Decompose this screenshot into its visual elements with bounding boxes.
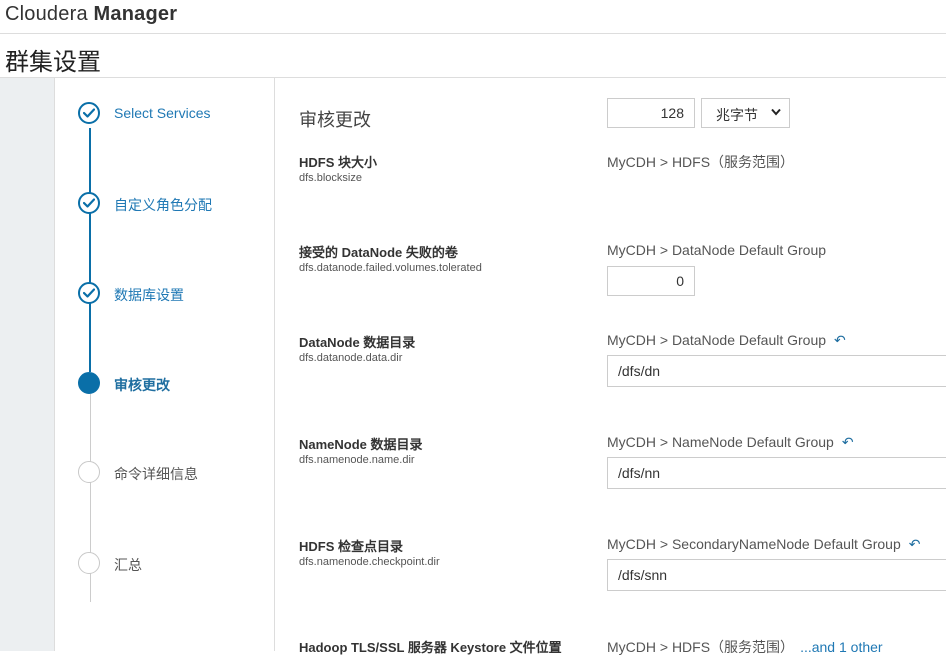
cloudera-manager-logo[interactable]: Cloudera Manager: [5, 3, 177, 26]
check-icon: [78, 192, 100, 214]
wizard-step-summary: 汇总: [55, 549, 274, 579]
step-label: 自定义角色分配: [114, 197, 212, 213]
chevron-down-icon: [771, 108, 781, 116]
setting-key: dfs.blocksize: [299, 172, 362, 184]
pending-step-icon: [78, 552, 100, 574]
blocksize-unit-select[interactable]: 兆字节: [701, 98, 790, 128]
datanode-data-dir-input[interactable]: /dfs/dn: [607, 355, 946, 387]
blocksize-input[interactable]: 128: [607, 98, 695, 128]
setting-scope: MyCDH > NameNode Default Group ↶: [607, 434, 854, 451]
setting-keystore-location: Hadoop TLS/SSL 服务器 Keystore 文件位置 MyCDH >…: [275, 637, 946, 657]
current-step-icon: [78, 372, 100, 394]
setting-scope: MyCDH > HDFS（服务范围） ...and 1 other: [607, 639, 883, 655]
failed-volumes-input[interactable]: 0: [607, 266, 695, 296]
checkpoint-dir-input[interactable]: /dfs/snn: [607, 559, 946, 591]
setting-checkpoint-dir: HDFS 检查点目录 dfs.namenode.checkpoint.dir M…: [275, 536, 946, 596]
setting-name: DataNode 数据目录: [299, 335, 416, 350]
step-label: Select Services: [114, 105, 211, 121]
setting-name: NameNode 数据目录: [299, 437, 423, 452]
left-gutter: [0, 78, 55, 651]
progress-line: [89, 128, 91, 372]
step-label: 审核更改: [114, 377, 170, 393]
wizard-steps: Select Services 自定义角色分配 数据库设置 审核更改 命令详细信…: [55, 78, 275, 651]
review-panel: 审核更改 HDFS 块大小 dfs.blocksize MyCDH > HDFS…: [275, 78, 946, 655]
wizard-step-command-details: 命令详细信息: [55, 458, 274, 488]
setting-key: dfs.datanode.failed.volumes.tolerated: [299, 262, 482, 274]
section-title: 审核更改: [299, 110, 371, 130]
check-icon: [78, 282, 100, 304]
setting-name: Hadoop TLS/SSL 服务器 Keystore 文件位置: [299, 640, 562, 655]
setting-hdfs-blocksize: HDFS 块大小 dfs.blocksize MyCDH > HDFS（服务范围…: [275, 98, 946, 212]
top-bar: Cloudera Manager: [0, 0, 946, 34]
namenode-name-dir-input[interactable]: /dfs/nn: [607, 457, 946, 489]
setting-name: HDFS 检查点目录: [299, 539, 404, 554]
setting-scope: MyCDH > SecondaryNameNode Default Group ↶: [607, 536, 921, 553]
wizard-step-database-setup[interactable]: 数据库设置: [55, 279, 274, 309]
setting-scope: MyCDH > HDFS（服务范围）: [607, 154, 795, 170]
pending-step-icon: [78, 461, 100, 483]
setting-namenode-name-dir: NameNode 数据目录 dfs.namenode.name.dir MyCD…: [275, 434, 946, 494]
setting-failed-volumes: 接受的 DataNode 失败的卷 dfs.datanode.failed.vo…: [275, 242, 946, 302]
title-bar: 群集设置: [0, 34, 946, 78]
page-title: 群集设置: [5, 49, 101, 76]
setting-name: HDFS 块大小: [299, 155, 378, 170]
step-label: 数据库设置: [114, 287, 184, 303]
undo-arrow-icon[interactable]: ↶: [909, 536, 921, 553]
setting-key: dfs.datanode.data.dir: [299, 352, 403, 364]
wizard-step-review-changes: 审核更改: [55, 369, 274, 399]
setting-key: dfs.namenode.name.dir: [299, 454, 415, 466]
step-label: 命令详细信息: [114, 466, 198, 482]
undo-arrow-icon[interactable]: ↶: [834, 332, 846, 349]
undo-arrow-icon[interactable]: ↶: [842, 434, 854, 451]
setting-datanode-data-dir: DataNode 数据目录 dfs.datanode.data.dir MyCD…: [275, 332, 946, 392]
check-icon: [78, 102, 100, 124]
wizard-step-select-services[interactable]: Select Services: [55, 99, 274, 129]
setting-scope: MyCDH > DataNode Default Group: [607, 242, 827, 258]
setting-scope: MyCDH > DataNode Default Group ↶: [607, 332, 846, 349]
wizard-step-role-assignment[interactable]: 自定义角色分配: [55, 189, 274, 219]
setting-key: dfs.namenode.checkpoint.dir: [299, 556, 440, 568]
setting-name: 接受的 DataNode 失败的卷: [299, 245, 458, 260]
and-others-link[interactable]: ...and 1 other: [800, 639, 883, 655]
step-label: 汇总: [114, 557, 142, 573]
